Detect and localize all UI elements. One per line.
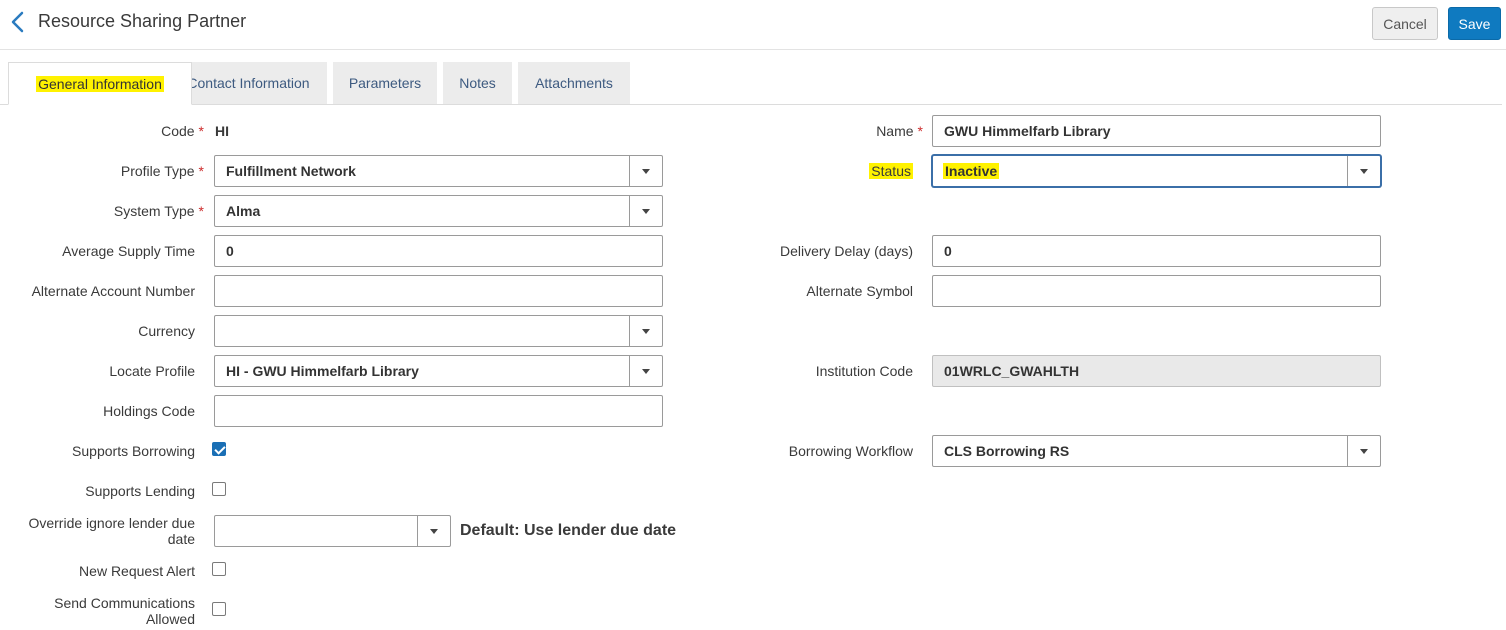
send-communications-allowed-checkbox[interactable] [212, 602, 226, 616]
page-title: Resource Sharing Partner [38, 11, 247, 31]
alternate-account-number-label: Alternate Account Number [31, 283, 195, 299]
tab-parameters[interactable]: Parameters [333, 62, 437, 104]
send-communications-allowed-label: Send Communications Allowed [54, 595, 195, 627]
system-type-select[interactable]: Alma [214, 195, 663, 227]
chevron-down-icon[interactable] [629, 196, 662, 226]
new-request-alert-label: New Request Alert [79, 563, 195, 579]
alternate-account-number-input[interactable] [214, 275, 663, 307]
tab-label: General Information [36, 75, 164, 92]
name-label: Name * [876, 123, 923, 139]
page-header: Resource Sharing Partner Cancel Save [0, 0, 1506, 50]
supports-lending-checkbox[interactable] [212, 482, 226, 496]
delivery-delay-input[interactable]: 0 [932, 235, 1381, 267]
chevron-left-icon [11, 11, 24, 33]
tab-label: Parameters [348, 75, 422, 91]
chevron-down-icon[interactable] [629, 356, 662, 386]
institution-code-field: 01WRLC_GWAHLTH [932, 355, 1381, 387]
tab-notes[interactable]: Notes [443, 62, 512, 104]
code-value: HI [215, 123, 229, 139]
supports-borrowing-checkbox[interactable] [212, 442, 226, 456]
tabs-divider [0, 104, 1502, 105]
override-ignore-lender-due-date-label: Override ignore lender due date [28, 515, 195, 547]
locate-profile-label: Locate Profile [109, 363, 195, 379]
name-input[interactable]: GWU Himmelfarb Library [932, 115, 1381, 147]
profile-type-label: Profile Type * [120, 163, 204, 179]
borrowing-workflow-label: Borrowing Workflow [788, 443, 913, 459]
chevron-down-icon[interactable] [629, 156, 662, 186]
currency-select[interactable] [214, 315, 663, 347]
borrowing-workflow-select[interactable]: CLS Borrowing RS [932, 435, 1381, 467]
save-button[interactable]: Save [1448, 7, 1501, 40]
average-supply-time-input[interactable]: 0 [214, 235, 663, 267]
code-label: Code * [161, 123, 204, 139]
tab-label: Contact Information [187, 75, 310, 91]
override-ignore-lender-due-date-select[interactable] [214, 515, 451, 547]
currency-label: Currency [138, 323, 195, 339]
holdings-code-label: Holdings Code [103, 403, 195, 419]
average-supply-time-label: Average Supply Time [62, 243, 195, 259]
locate-profile-select[interactable]: HI - GWU Himmelfarb Library [214, 355, 663, 387]
cancel-button[interactable]: Cancel [1372, 7, 1438, 40]
back-button[interactable] [8, 10, 28, 34]
tab-attachments[interactable]: Attachments [518, 62, 630, 104]
tab-contact-information[interactable]: Contact Information [170, 62, 327, 104]
supports-borrowing-label: Supports Borrowing [72, 443, 195, 459]
supports-lending-label: Supports Lending [85, 483, 195, 499]
default-due-date-note: Default: Use lender due date [460, 522, 677, 539]
institution-code-label: Institution Code [815, 363, 913, 379]
chevron-down-icon[interactable] [417, 516, 450, 546]
alternate-symbol-label: Alternate Symbol [806, 283, 913, 299]
system-type-label: System Type * [113, 203, 204, 219]
delivery-delay-label: Delivery Delay (days) [779, 243, 913, 259]
chevron-down-icon[interactable] [1347, 156, 1380, 186]
profile-type-select[interactable]: Fulfillment Network [214, 155, 663, 187]
status-label: Status [869, 163, 913, 179]
tab-general-information[interactable]: General Information [8, 62, 192, 105]
tab-label: Notes [459, 75, 496, 91]
chevron-down-icon[interactable] [1347, 436, 1380, 466]
status-select[interactable]: Inactive [932, 155, 1381, 187]
holdings-code-input[interactable] [214, 395, 663, 427]
tab-label: Attachments [535, 75, 613, 91]
chevron-down-icon[interactable] [629, 316, 662, 346]
alternate-symbol-input[interactable] [932, 275, 1381, 307]
new-request-alert-checkbox[interactable] [212, 562, 226, 576]
